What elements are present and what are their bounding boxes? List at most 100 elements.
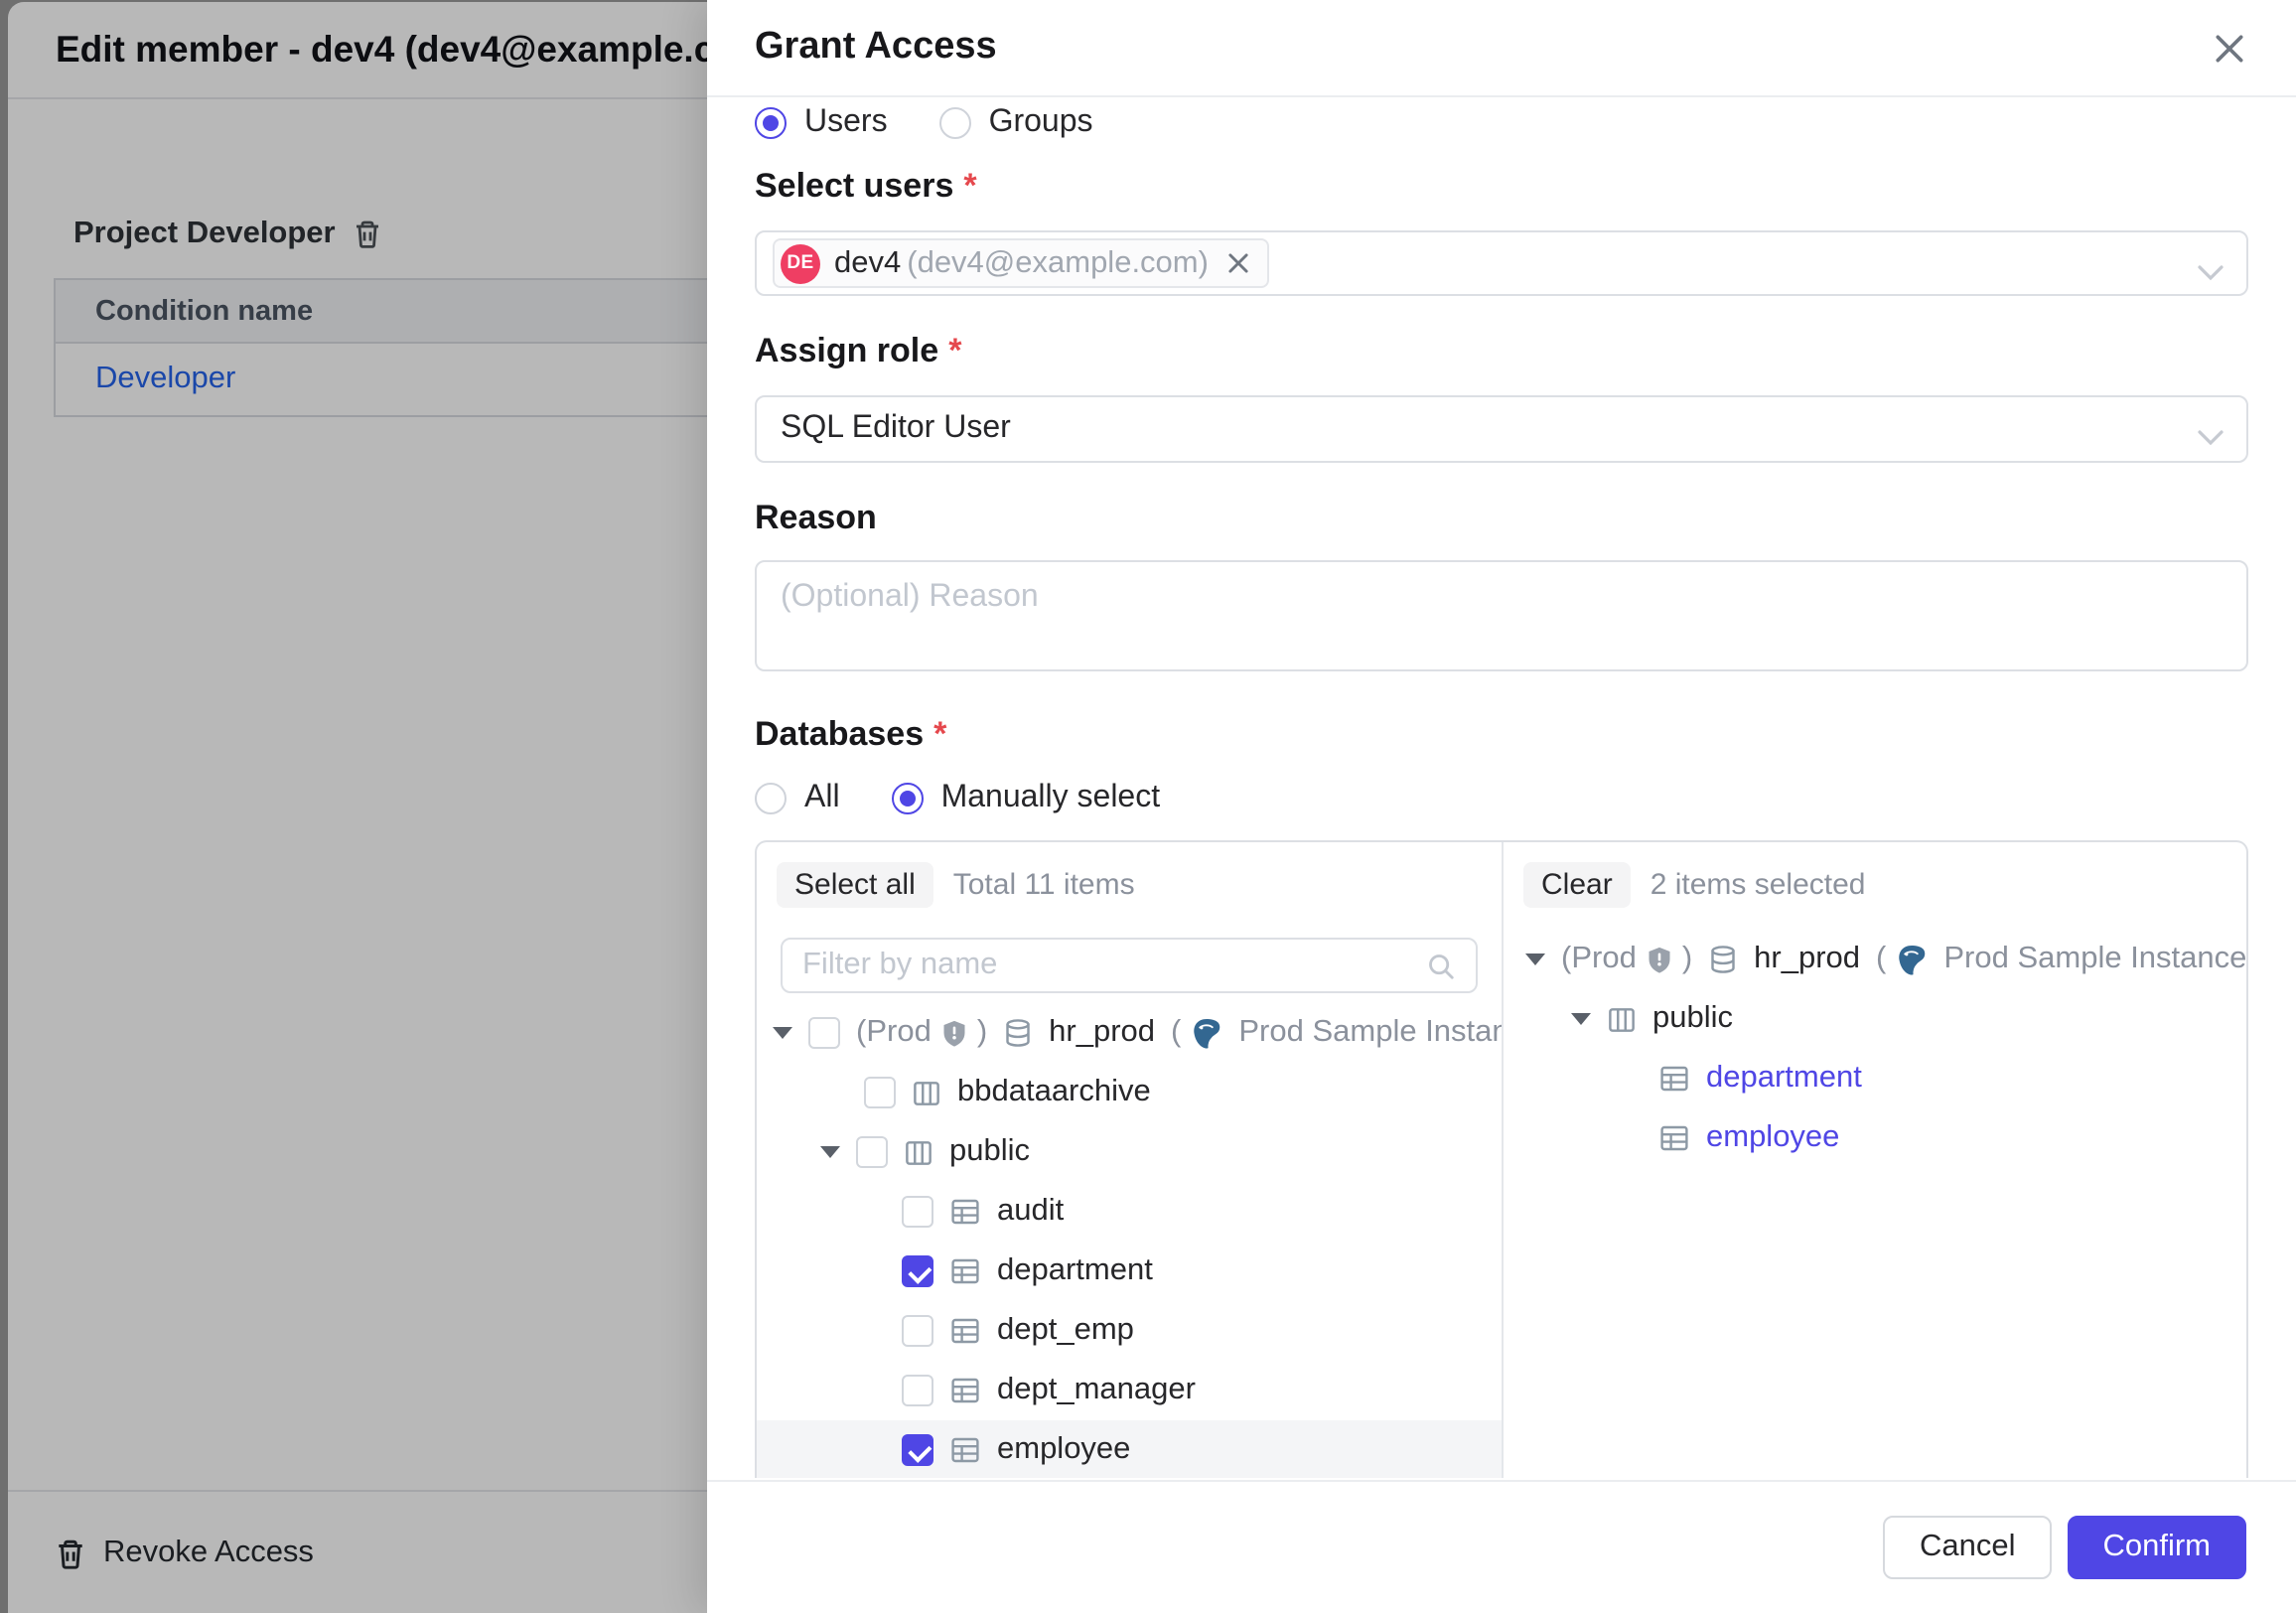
tree-row-database[interactable]: (Prod ) hr_prod ( [757,1003,1502,1063]
checkbox[interactable] [902,1255,933,1287]
checkbox[interactable] [902,1375,933,1406]
table-name: audit [997,1194,1064,1230]
grant-access-dialog: Grant Access Users Groups [707,0,2296,1613]
select-all-button[interactable]: Select all [777,861,933,907]
schema-name: public [1652,1001,1733,1037]
database-icon [1003,1017,1033,1049]
postgresql-icon [1894,943,1928,976]
selected-table-link[interactable]: department [1706,1061,1862,1097]
env-label: (Prod [856,1015,932,1051]
table-icon [1658,1063,1690,1095]
required-mark: * [933,715,946,755]
tree-row-table[interactable]: audit [757,1182,1502,1242]
chevron-down-icon [2197,421,2224,457]
caret-down-icon[interactable] [773,1027,792,1039]
table-icon [949,1375,981,1406]
table-icon [1658,1122,1690,1154]
radio-manual-control[interactable] [892,783,924,814]
user-tag-email: (dev4@example.com) [907,245,1209,281]
table-icon [949,1196,981,1228]
transfer-source-panel: Select all Total 11 items Filter by name [757,842,1502,1478]
database-name: hr_prod [1049,1015,1155,1051]
tree-row-table[interactable]: employee [757,1420,1502,1478]
checkbox[interactable] [902,1434,933,1466]
database-transfer: Select all Total 11 items Filter by name [755,840,2248,1478]
schema-icon [904,1137,933,1167]
select-users-label: Select users* [755,165,2248,209]
remove-user-icon[interactable] [1226,250,1252,276]
reason-textarea[interactable]: (Optional) Reason [755,560,2248,671]
schema-name: bbdataarchive [957,1075,1151,1110]
filter-input[interactable]: Filter by name [781,938,1478,993]
avatar: DE [781,243,820,283]
schema-name: public [949,1134,1030,1170]
search-icon [1426,951,1456,980]
table-name: dept_emp [997,1313,1134,1349]
table-name: department [997,1253,1153,1289]
user-tag-name: dev4 [834,245,901,281]
database-icon [1708,944,1738,975]
selected-table-link[interactable]: employee [1706,1120,1839,1156]
required-mark: * [963,167,976,207]
selected-count-label: 2 items selected [1650,867,1866,901]
radio-all-databases[interactable]: All [755,781,840,816]
assign-role-label: Assign role* [755,330,2248,373]
checkbox[interactable] [902,1196,933,1228]
required-mark: * [948,332,961,371]
transfer-target-panel: Clear 2 items selected (Prod ) [1504,842,2246,1478]
database-name: hr_prod [1754,942,1860,977]
user-tag: DE dev4 (dev4@example.com) [773,238,1270,288]
instance-open: ( [1171,1015,1181,1051]
grant-access-header: Grant Access [707,0,2296,97]
clear-button[interactable]: Clear [1523,861,1631,907]
schema-icon [1607,1004,1637,1034]
tree-row-table[interactable]: department [757,1242,1502,1301]
filter-placeholder: Filter by name [802,948,1426,983]
radio-manually-select[interactable]: Manually select [892,781,1161,816]
radio-users[interactable]: Users [755,105,888,141]
radio-groups[interactable]: Groups [939,105,1093,141]
dialog-title: Grant Access [755,26,2209,70]
radio-groups-label: Groups [989,105,1093,141]
shield-icon [939,1018,969,1048]
radio-all-control[interactable] [755,783,787,814]
instance-name: Prod Sample Instance) [1238,1015,1502,1051]
tree-row-schema[interactable]: public [1504,989,2246,1049]
grant-access-footer: Cancel Confirm [707,1480,2296,1613]
shield-icon [1645,945,1674,974]
postgresql-icon [1189,1016,1222,1050]
stage: Edit member - dev4 (dev4@example.com) Pr… [0,0,2296,1613]
tree-row-schema[interactable]: bbdataarchive [757,1063,1502,1122]
assign-role-select[interactable]: SQL Editor User [755,395,2248,463]
table-icon [949,1315,981,1347]
tree-row-database[interactable]: (Prod ) hr_prod ( [1504,930,2246,989]
checkbox[interactable] [864,1077,896,1108]
tree-row-table[interactable]: dept_manager [757,1361,1502,1420]
reason-placeholder: (Optional) Reason [781,580,1039,614]
table-name: dept_manager [997,1373,1196,1408]
tree-row-schema[interactable]: public [757,1122,1502,1182]
table-name: employee [997,1432,1130,1468]
caret-down-icon[interactable] [1525,953,1545,965]
select-users-field[interactable]: DE dev4 (dev4@example.com) [755,230,2248,296]
cancel-button[interactable]: Cancel [1884,1516,2052,1579]
checkbox[interactable] [808,1017,840,1049]
databases-radio-group: All Manually select [755,779,2248,818]
caret-down-icon[interactable] [1571,1013,1591,1025]
confirm-button[interactable]: Confirm [2067,1516,2246,1579]
target-tree: (Prod ) hr_prod ( [1504,930,2246,1168]
table-icon [949,1434,981,1466]
close-icon[interactable] [2209,28,2248,68]
tree-row-table[interactable]: dept_emp [757,1301,1502,1361]
chevron-down-icon [2197,255,2224,291]
tree-row-table[interactable]: employee [1504,1108,2246,1168]
checkbox[interactable] [902,1315,933,1347]
caret-down-icon[interactable] [820,1146,840,1158]
member-type-radio-group: Users Groups [755,103,2248,143]
radio-all-label: All [804,781,840,816]
tree-row-table[interactable]: department [1504,1049,2246,1108]
radio-groups-control[interactable] [939,107,971,139]
radio-users-control[interactable] [755,107,787,139]
checkbox[interactable] [856,1136,888,1168]
reason-label: Reason [755,497,2248,540]
